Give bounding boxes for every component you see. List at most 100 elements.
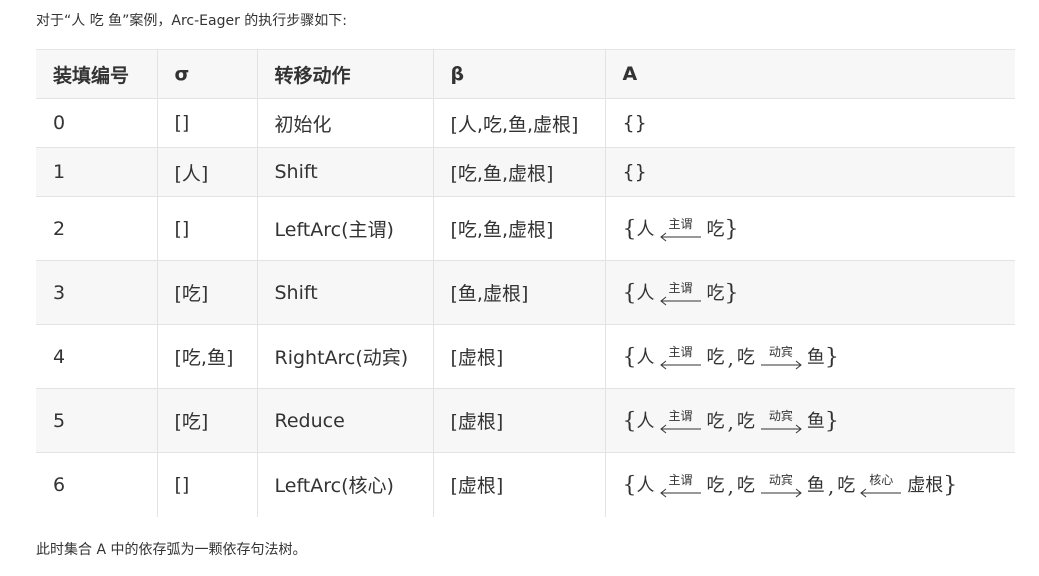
left-arrow-icon (659, 488, 701, 498)
token: 虚根 (907, 475, 944, 497)
cell-sigma: [人] (157, 147, 258, 197)
cell-step: 1 (36, 147, 158, 197)
cell-step: 3 (36, 260, 158, 325)
dependency-arrow: 主谓 (659, 345, 703, 370)
cell-action: RightArc(动宾) (257, 324, 434, 389)
left-arrow-icon (659, 296, 701, 306)
left-arrow-icon (659, 232, 701, 242)
left-brace: { (622, 345, 637, 370)
cell-a: {人主谓吃} (605, 260, 1015, 325)
cell-a: {人主谓吃, 吃动宾鱼} (605, 388, 1015, 453)
left-arrow-icon (659, 360, 701, 370)
arc-label: 主谓 (668, 473, 693, 488)
token: 鱼 (806, 411, 825, 432)
comma-separator: , (727, 346, 734, 370)
table-body: 0[] 初始化 [人,吃,鱼,虚根]{} 1 [人] Shift [吃,鱼,虚根]{} 2[]… (36, 98, 1015, 517)
table-row: 4 [吃,鱼] RightArc(动宾) [虚根]{人主谓吃, 吃动宾鱼} (36, 324, 1015, 389)
token: 人 (636, 411, 655, 432)
table-row: 2[] LeftArc(主谓) [吃,鱼,虚根] {人主谓吃} (36, 196, 1015, 261)
dependency-arrow: 动宾 (759, 409, 803, 434)
table-row: 1 [人] Shift [吃,鱼,虚根]{} (36, 147, 1015, 197)
header-beta: β (433, 49, 606, 99)
dependency-arrow: 主谓 (659, 217, 703, 242)
arc-label: 主谓 (668, 345, 693, 359)
arc-label: 动宾 (768, 345, 793, 359)
cell-beta: [吃,鱼,虚根] (433, 196, 606, 261)
left-brace: { (622, 217, 637, 242)
header-action: 转移动作 (257, 49, 434, 99)
cell-sigma: [吃,鱼] (157, 324, 258, 389)
token: 吃 (736, 347, 755, 368)
cell-sigma: [] (157, 196, 258, 261)
dependency-arrow: 核心 (859, 473, 903, 498)
table-header-row: 装填编号 σ 转移动作 β A (36, 49, 1015, 99)
token: 吃 (706, 283, 725, 304)
cell-beta: [虚根] (433, 388, 606, 453)
token: 吃 (837, 475, 856, 497)
arc-label: 动宾 (768, 473, 793, 488)
cell-step: 2 (36, 196, 158, 261)
right-brace: } (824, 409, 839, 434)
token: 人 (636, 475, 655, 497)
dependency-set: {人主谓吃, 吃动宾鱼} (623, 343, 839, 370)
cell-beta: [鱼,虚根] (433, 260, 606, 325)
cell-action: Shift (257, 260, 434, 325)
left-brace: { (622, 281, 637, 306)
right-arrow-icon (760, 424, 802, 434)
arc-label: 主谓 (668, 281, 693, 295)
arc-eager-steps-table: 装填编号 σ 转移动作 β A 0[] 初始化 [人,吃,鱼,虚根]{} 1 [人] Sh… (36, 49, 1015, 517)
header-sigma: σ (157, 49, 258, 99)
cell-sigma: [] (157, 452, 258, 517)
cell-a: {} (605, 147, 1015, 197)
right-arrow-icon (760, 488, 802, 498)
dependency-arrow: 主谓 (659, 281, 703, 306)
dependency-set: {人主谓吃} (623, 215, 739, 242)
dependency-arrow: 主谓 (659, 473, 703, 498)
cell-step: 0 (36, 98, 158, 148)
table-row: 0[] 初始化 [人,吃,鱼,虚根]{} (36, 98, 1015, 148)
token: 人 (636, 219, 655, 240)
token: 吃 (706, 347, 725, 368)
token: 吃 (736, 475, 755, 497)
cell-action: Shift (257, 147, 434, 197)
arc-label: 主谓 (668, 217, 693, 231)
dependency-arrow: 动宾 (759, 345, 803, 370)
token: 人 (636, 347, 655, 368)
cell-action: 初始化 (257, 98, 434, 148)
cell-a: {人主谓吃} (605, 196, 1015, 261)
dependency-set: {人主谓吃} (623, 279, 739, 306)
arc-label: 主谓 (668, 409, 693, 423)
right-arrow-icon (760, 360, 802, 370)
token: 吃 (736, 411, 755, 432)
token: 吃 (706, 475, 725, 497)
cell-beta: [人,吃,鱼,虚根] (433, 98, 606, 148)
token: 吃 (706, 411, 725, 432)
cell-action: Reduce (257, 388, 434, 453)
right-brace: } (943, 473, 958, 499)
cell-step: 5 (36, 388, 158, 453)
cell-sigma: [吃] (157, 388, 258, 453)
arc-label: 动宾 (768, 409, 793, 423)
arc-label: 核心 (869, 473, 894, 488)
cell-step: 6 (36, 452, 158, 517)
token: 吃 (706, 219, 725, 240)
left-arrow-icon (659, 424, 701, 434)
cell-a: {} (605, 98, 1015, 148)
cell-beta: [吃,鱼,虚根] (433, 147, 606, 197)
token: 鱼 (806, 475, 825, 497)
cell-sigma: [] (157, 98, 258, 148)
cell-beta: [虚根] (433, 324, 606, 389)
dependency-set: {人主谓吃, 吃动宾鱼} (623, 407, 839, 434)
table-row: 3 [吃] Shift [鱼,虚根] {人主谓吃} (36, 260, 1015, 325)
cell-a: {人主谓吃, 吃动宾鱼, 吃核心 虚根} (605, 452, 1015, 517)
intro-paragraph: 对于“人 吃 鱼”案例，Arc-Eager 的执行步骤如下: (36, 13, 348, 29)
outro-paragraph: 此时集合 A 中的依存弧为一颗依存句法树。 (36, 542, 307, 558)
comma-separator: , (727, 474, 734, 499)
table-row: 6[] LeftArc(核心) [虚根]{人主谓吃, 吃动宾鱼, 吃核心 虚根} (36, 452, 1015, 517)
dependency-set: {人主谓吃, 吃动宾鱼, 吃核心 虚根} (623, 471, 958, 498)
token: 鱼 (806, 347, 825, 368)
left-brace: { (622, 473, 637, 499)
dependency-arrow: 动宾 (759, 473, 803, 498)
comma-separator: , (727, 410, 734, 434)
header-a: A (605, 49, 1015, 99)
